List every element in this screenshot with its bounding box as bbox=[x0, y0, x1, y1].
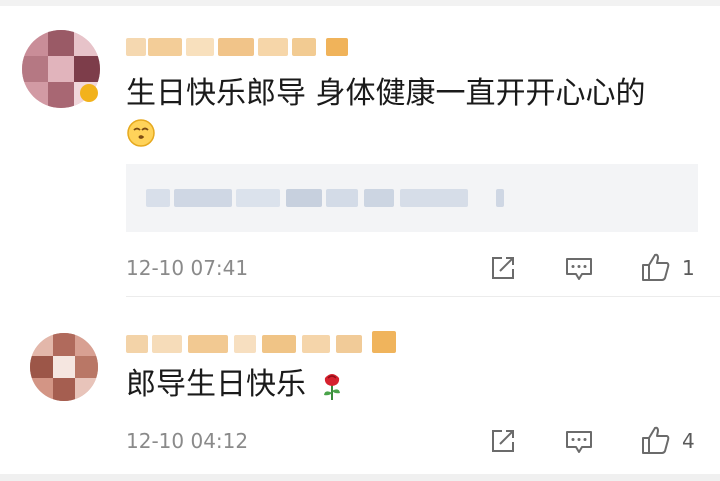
thumbs-up-icon[interactable] bbox=[640, 251, 672, 283]
vip-badge-icon bbox=[80, 84, 98, 102]
comment-icon[interactable] bbox=[564, 426, 594, 456]
like-count: 1 bbox=[682, 256, 695, 280]
comment-icon[interactable] bbox=[564, 253, 594, 283]
bottom-divider bbox=[0, 474, 720, 481]
thumbs-up-icon[interactable] bbox=[640, 424, 672, 456]
username-blurred[interactable] bbox=[126, 38, 356, 60]
share-icon[interactable] bbox=[488, 426, 518, 456]
comment-text: 郎导生日快乐 bbox=[126, 367, 306, 403]
comment-item[interactable]: 郎导生日快乐 12-10 04:12 4 bbox=[0, 297, 720, 481]
share-icon[interactable] bbox=[488, 253, 518, 283]
username-blurred[interactable] bbox=[126, 331, 406, 357]
avatar[interactable] bbox=[30, 333, 98, 401]
comment-text-content: 郎导生日快乐 bbox=[126, 367, 306, 402]
quoted-reply-blurred[interactable] bbox=[126, 164, 698, 232]
kissing-smiling-eyes-emoji bbox=[126, 118, 156, 148]
like-count: 4 bbox=[682, 429, 695, 453]
timestamp: 12-10 07:41 bbox=[126, 256, 249, 280]
comment-item[interactable]: 生日快乐郎导 身体健康一直开开心心的 12-10 07:41 1 bbox=[0, 6, 720, 296]
comment-text: 生日快乐郎导 身体健康一直开开心心的 bbox=[126, 76, 646, 111]
timestamp: 12-10 04:12 bbox=[126, 429, 249, 453]
rose-emoji bbox=[318, 371, 346, 401]
